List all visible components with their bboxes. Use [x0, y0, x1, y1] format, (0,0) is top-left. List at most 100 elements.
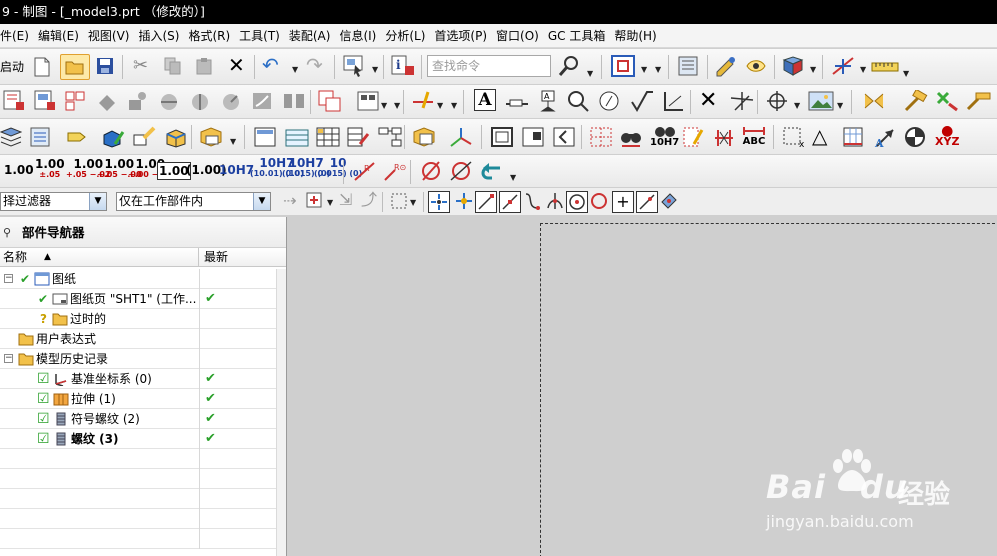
menu-assembly[interactable]: 装配(A): [285, 24, 336, 47]
column-name[interactable]: 名称: [0, 248, 199, 267]
checkbox-checked-icon[interactable]: ☑: [37, 409, 50, 429]
selection-dropdown-icon[interactable]: ▼: [372, 65, 378, 74]
undo-dropdown-icon[interactable]: ▼: [292, 65, 298, 74]
scope-select[interactable]: 仅在工作部件内 ▼: [116, 192, 271, 211]
tree-row[interactable]: ☑ 基准坐标系 (0) ✔: [0, 369, 276, 389]
checkbox-checked-icon[interactable]: ☑: [37, 429, 50, 449]
copy-icon[interactable]: [164, 57, 182, 75]
half-section-icon[interactable]: [189, 90, 211, 112]
weld-symbol-icon[interactable]: [661, 90, 685, 112]
view-options-icon[interactable]: ▼: [655, 65, 661, 74]
arrow-a-icon[interactable]: A: [873, 126, 897, 148]
selection-filter-select[interactable]: 择过滤器 ▼: [0, 192, 107, 211]
view-boundary-icon[interactable]: [357, 90, 379, 112]
delete-icon[interactable]: ✕: [228, 55, 245, 75]
surface-finish-icon[interactable]: [630, 90, 654, 112]
menu-gc-toolbox[interactable]: GC 工具箱: [544, 24, 611, 47]
new-file-icon[interactable]: [33, 57, 51, 77]
intersection-point-icon[interactable]: [546, 192, 564, 210]
filter-arrow-icon[interactable]: ⇢: [283, 193, 296, 209]
note-text-icon[interactable]: A: [474, 89, 496, 111]
dotted-grid-icon[interactable]: [589, 126, 613, 148]
break-view-icon[interactable]: [282, 90, 306, 112]
blue-cube-pencil-icon[interactable]: [101, 126, 127, 148]
datum-feature-icon[interactable]: A: [537, 90, 559, 112]
arc-center-icon[interactable]: [566, 191, 588, 213]
filter-plus-icon[interactable]: [306, 192, 324, 210]
symbol-circle-icon[interactable]: [597, 90, 621, 112]
snap-icon[interactable]: ⇲: [339, 192, 352, 208]
target-circle-icon[interactable]: [904, 126, 926, 148]
end-point-icon[interactable]: [475, 191, 497, 213]
zone-icon[interactable]: [552, 126, 576, 148]
view-orientation-icon[interactable]: [781, 55, 805, 77]
measure-dropdown-icon[interactable]: ▼: [903, 69, 909, 78]
search-icon[interactable]: [558, 55, 580, 77]
abc-dimension-icon[interactable]: ABC: [742, 126, 766, 147]
datum-target-icon[interactable]: [566, 90, 590, 112]
tree-row[interactable]: ☑ 符号螺纹 (2) ✔: [0, 409, 276, 429]
checkbox-checked-icon[interactable]: ☑: [37, 369, 50, 389]
revolved-section-icon[interactable]: [220, 90, 242, 112]
parts-list-icon[interactable]: [284, 126, 310, 148]
view-dropdown-icon[interactable]: ▼: [641, 65, 647, 74]
diameter-arrow-icon[interactable]: [449, 160, 473, 182]
selection-tools-icon[interactable]: [343, 55, 365, 77]
search-dropdown-icon[interactable]: ▼: [587, 69, 593, 78]
shape-dropdown-icon[interactable]: ▼: [230, 137, 236, 146]
wcs-dropdown-icon[interactable]: ▼: [860, 65, 866, 74]
snap-move-icon[interactable]: [455, 192, 473, 210]
abc-shape-icon[interactable]: [199, 126, 225, 148]
paste-icon[interactable]: [195, 57, 213, 75]
tree-row[interactable]: ☑ 拉伸 (1) ✔: [0, 389, 276, 409]
menu-tools[interactable]: 工具(T): [235, 24, 285, 47]
layer-settings-icon[interactable]: [676, 55, 700, 77]
menu-format[interactable]: 格式(R): [184, 24, 235, 47]
axis-dimension-icon[interactable]: [712, 126, 736, 148]
control-point-icon[interactable]: [523, 192, 541, 210]
menu-edit[interactable]: 编辑(E): [34, 24, 84, 47]
dimension-options-icon[interactable]: ▼: [451, 101, 457, 110]
tree-row[interactable]: ✔ 图纸页 "SHT1" (工作... ✔: [0, 289, 276, 309]
radius-dim-icon[interactable]: R: [352, 160, 378, 182]
tabular-note-icon[interactable]: [862, 90, 886, 112]
image-dropdown-icon[interactable]: ▼: [837, 101, 843, 110]
detail-view-icon[interactable]: [127, 90, 149, 112]
menu-help[interactable]: 帮助(H): [610, 24, 661, 47]
tree-row[interactable]: ? 过时的: [0, 309, 276, 329]
title-block-icon[interactable]: [521, 126, 545, 148]
paint-brush-icon[interactable]: [132, 126, 158, 148]
sheet-template-icon[interactable]: [253, 126, 277, 148]
pin-icon[interactable]: ⚲: [3, 217, 11, 248]
filter-plus-dropdown-icon[interactable]: ▼: [327, 198, 333, 207]
triangle-icon[interactable]: △: [812, 126, 827, 146]
symbol-text-icon[interactable]: [682, 126, 706, 148]
tag-icon[interactable]: [66, 126, 88, 148]
wcs-icon[interactable]: [830, 55, 856, 77]
chart-table-icon[interactable]: [842, 126, 866, 148]
collapse-icon[interactable]: −: [4, 274, 13, 283]
collapse-icon[interactable]: −: [4, 354, 13, 363]
xyz-icon[interactable]: ● XYZ: [935, 124, 959, 148]
section-view-icon[interactable]: [158, 90, 180, 112]
orientation-dropdown-icon[interactable]: ▼: [810, 65, 816, 74]
color-cube-icon[interactable]: [164, 126, 190, 148]
dimension-dropdown-icon[interactable]: ▼: [437, 101, 443, 110]
snap-point-icon[interactable]: [428, 191, 450, 213]
checkbox-checked-icon[interactable]: ☑: [37, 389, 50, 409]
menu-analysis[interactable]: 分析(L): [381, 24, 430, 47]
menu-preferences[interactable]: 首选项(P): [430, 24, 492, 47]
radius-center-dim-icon[interactable]: R⊙: [382, 160, 408, 182]
base-view-icon[interactable]: [64, 90, 86, 112]
centerline-icon[interactable]: [729, 90, 755, 112]
dim-style-8[interactable]: 10H7: [219, 164, 254, 176]
chevron-down-icon[interactable]: ▼: [89, 193, 106, 210]
new-sheet-icon[interactable]: [3, 90, 25, 112]
measure-icon[interactable]: [871, 55, 899, 77]
abc-box-icon[interactable]: [412, 126, 438, 148]
quadrant-point-icon[interactable]: [590, 192, 608, 210]
update-views-icon[interactable]: [318, 90, 342, 112]
view-dropdown-2-icon[interactable]: ▼: [381, 101, 387, 110]
binoculars-icon[interactable]: [619, 126, 643, 148]
point-on-curve-icon[interactable]: [636, 191, 658, 213]
